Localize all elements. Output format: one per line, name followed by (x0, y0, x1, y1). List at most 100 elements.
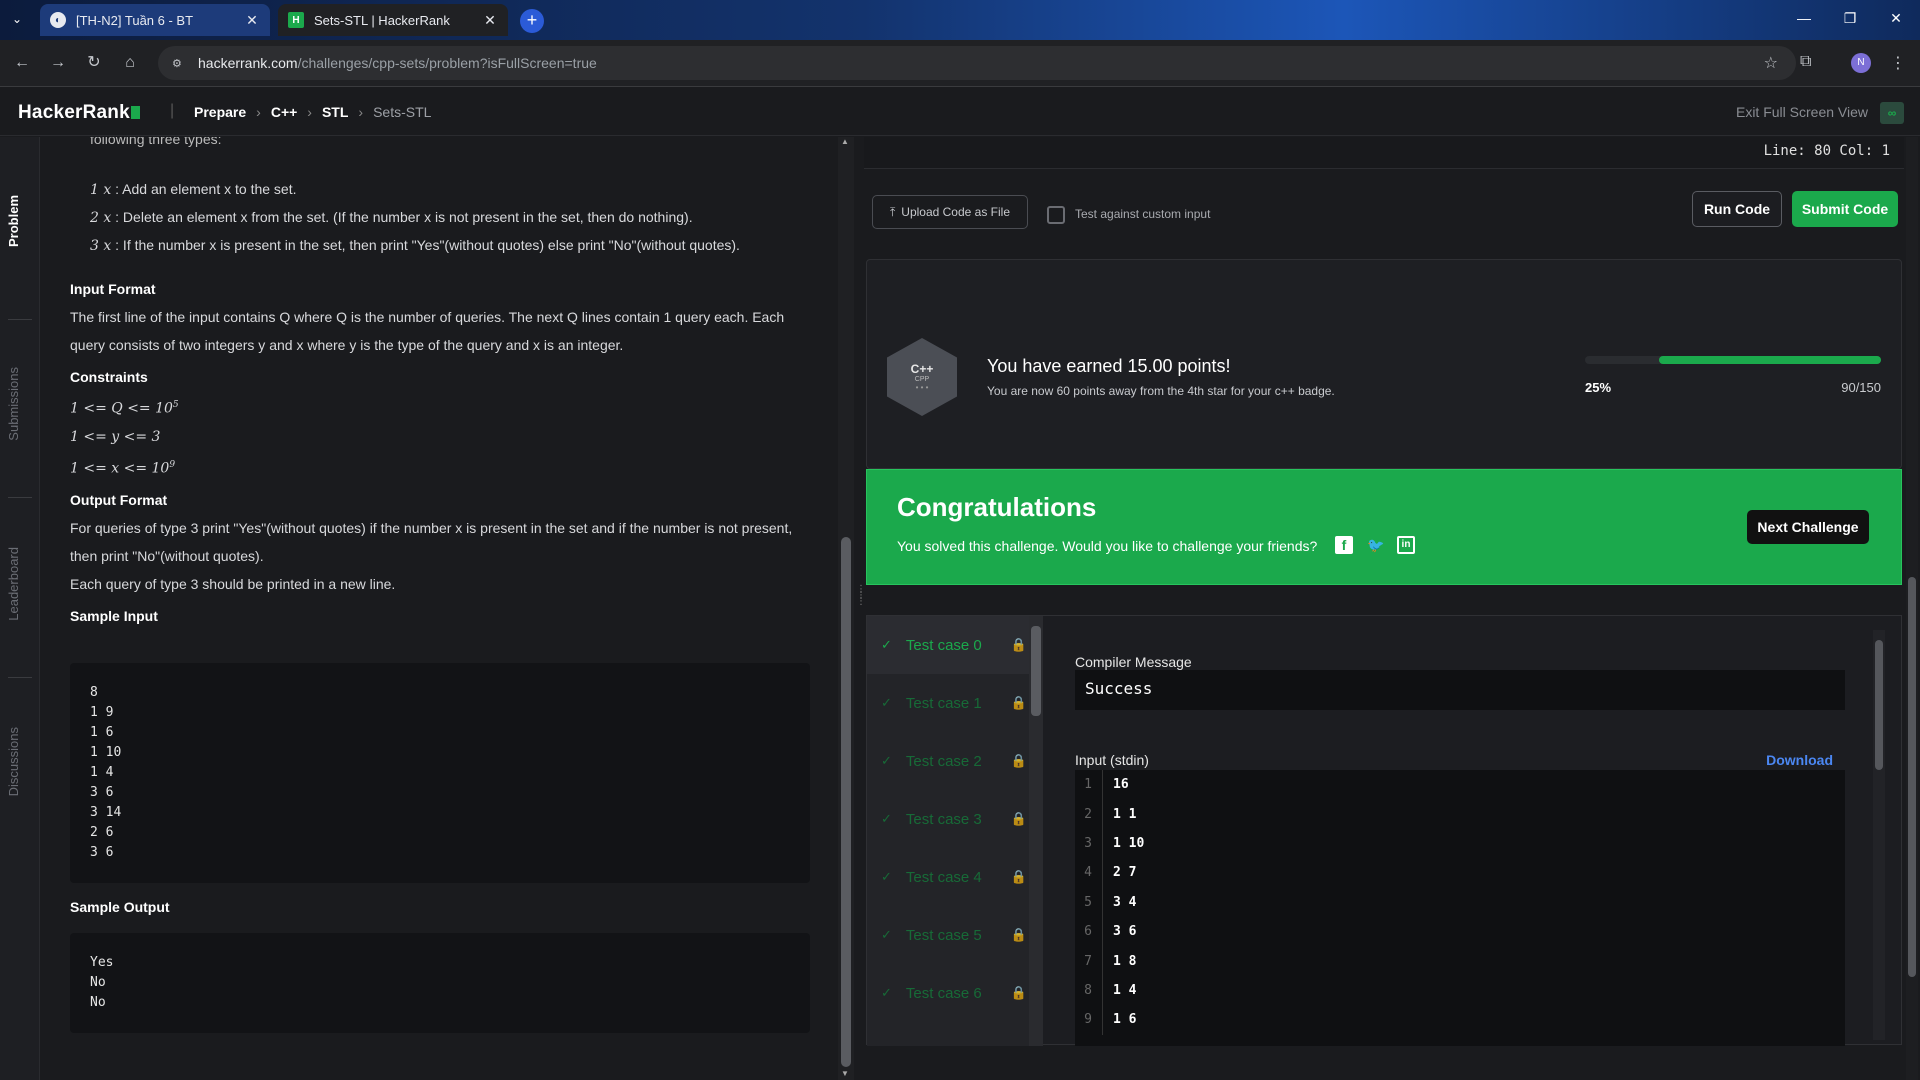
lock-icon: 🔒 (1010, 927, 1027, 942)
testcase-tab-4[interactable]: ✓ Test case 4 🔒 (867, 848, 1043, 906)
profile-avatar[interactable]: N (1851, 53, 1871, 73)
facebook-icon[interactable]: f (1335, 536, 1353, 554)
detail-scrollbar[interactable] (1873, 630, 1885, 1040)
input-format-text-1: The first line of the input contains Q w… (70, 309, 785, 325)
testcase-tab-3[interactable]: ✓ Test case 3 🔒 (867, 790, 1043, 848)
testcase-tab-2[interactable]: ✓ Test case 2 🔒 (867, 732, 1043, 790)
sample-input-block: 8 1 9 1 6 1 10 1 4 3 6 3 14 2 6 3 6 (70, 663, 810, 883)
browser-tab-strip: ⌄ ◐ [TH-N2] Tuần 6 - BT ✕ H Sets-STL | H… (0, 0, 1920, 40)
sample-output-heading: Sample Output (70, 899, 170, 915)
points-earned-subtitle: You are now 60 points away from the 4th … (987, 384, 1335, 398)
testcase-list: ✓ Test case 0 🔒 ✓ Test case 1 🔒 ✓ Test case 2… (867, 616, 1043, 1046)
problem-scrollbar[interactable]: ▲ ▼ (838, 137, 854, 1080)
page-scrollbar[interactable] (1906, 137, 1918, 1080)
stdin-line: 71 8 (1075, 946, 1845, 976)
check-circle-icon: ✓ (881, 869, 892, 884)
url-path: /challenges/cpp-sets/problem?isFullScree… (297, 55, 597, 71)
bookmark-star-icon[interactable]: ☆ (1764, 53, 1778, 73)
next-challenge-button[interactable]: Next Challenge (1747, 510, 1869, 544)
close-tab-icon[interactable]: ✕ (244, 12, 260, 29)
constraints-heading: Constraints (70, 369, 148, 385)
breadcrumb-stl[interactable]: STL (322, 104, 348, 120)
download-link[interactable]: Download (1766, 752, 1833, 768)
browser-tab-th-n2[interactable]: ◐ [TH-N2] Tuần 6 - BT ✕ (40, 4, 270, 36)
output-format-text-3: Each query of type 3 should be printed i… (70, 576, 396, 593)
breadcrumb-cpp[interactable]: C++ (271, 104, 297, 120)
menu-icon[interactable]: ⋮ (1890, 53, 1906, 73)
problem-statement: following three types: 1 x : Add an elem… (40, 137, 838, 1080)
browser-tab-sets-stl[interactable]: H Sets-STL | HackerRank ✕ (278, 4, 508, 36)
breadcrumb-current: Sets-STL (373, 104, 432, 120)
editor-status: Line: 80 Col: 1 (864, 137, 1904, 169)
constraint-2: 1 <= y <= 3 (70, 428, 161, 445)
query-type-2: 2 x : Delete an element x from the set. … (90, 209, 693, 226)
progress-points: 90/150 (1841, 380, 1881, 395)
forward-icon[interactable]: → (48, 53, 68, 73)
test-results: ✓ Test case 0 🔒 ✓ Test case 1 🔒 ✓ Test case 2… (866, 615, 1902, 1046)
stdin-line: 42 7 (1075, 858, 1845, 888)
close-tab-icon[interactable]: ✕ (482, 12, 498, 29)
testcase-scrollbar[interactable] (1029, 616, 1043, 1046)
hackerrank-logo[interactable]: HackerRank (18, 102, 140, 124)
chevron-right-icon: › (307, 104, 312, 120)
stdin-line: 1 16 (1075, 770, 1845, 800)
points-panel: C++ CPP • • • You have earned 15.00 poin… (866, 259, 1902, 469)
stdin-line: 53 4 (1075, 887, 1845, 917)
extensions-icon[interactable]: ⧉ (1800, 53, 1811, 71)
linkedin-icon[interactable]: in (1397, 536, 1415, 554)
check-circle-icon: ✓ (881, 927, 892, 942)
run-code-button[interactable]: Run Code (1692, 191, 1782, 227)
sample-output-block: Yes No No (70, 933, 810, 1033)
upload-code-button[interactable]: ⤒ Upload Code as File (872, 195, 1028, 229)
testcase-tab-5[interactable]: ✓ Test case 5 🔒 (867, 906, 1043, 964)
hackerrank-favicon: H (288, 12, 304, 28)
cut-off-text: following three types: (90, 137, 222, 147)
output-format-heading: Output Format (70, 492, 168, 509)
tab-title: Sets-STL | HackerRank (314, 12, 450, 28)
testcase-tab-0[interactable]: ✓ Test case 0 🔒 (867, 616, 1043, 674)
rail-tab-discussions[interactable]: Discussions (6, 727, 34, 796)
rail-tab-problem[interactable]: Problem (6, 195, 34, 247)
back-icon[interactable]: ← (12, 53, 32, 73)
reload-icon[interactable]: ↻ (84, 53, 104, 73)
custom-input-checkbox[interactable] (1047, 206, 1065, 224)
globe-icon: ◐ (50, 12, 66, 28)
lock-icon: 🔒 (1010, 637, 1027, 652)
editor-pane: Line: 80 Col: 1 ⤒ Upload Code as File Te… (864, 137, 1904, 1080)
exit-fullscreen-link[interactable]: Exit Full Screen View (1736, 104, 1868, 120)
address-bar[interactable]: ⚙ hackerrank.com/challenges/cpp-sets/pro… (158, 46, 1796, 80)
restore-icon[interactable]: ❐ (1840, 10, 1860, 27)
tab-search-icon[interactable]: ⌄ (12, 12, 22, 26)
tab-title: [TH-N2] Tuần 6 - BT (76, 12, 194, 28)
stdin-box: 1 16 21 1 31 10 42 7 53 4 63 6 71 8 81 4 … (1075, 770, 1845, 1046)
submit-code-button[interactable]: Submit Code (1792, 191, 1898, 227)
breadcrumb-prepare[interactable]: Prepare (194, 104, 246, 120)
custom-input-label[interactable]: Test against custom input (1075, 207, 1210, 221)
lock-icon: 🔒 (1010, 985, 1027, 1000)
close-window-icon[interactable]: ✕ (1886, 10, 1906, 27)
congratulations-message: You solved this challenge. Would you lik… (897, 538, 1318, 554)
check-circle-icon: ✓ (881, 753, 892, 768)
query-type-3: 3 x : If the number x is present in the … (90, 237, 740, 254)
new-tab-button[interactable]: + (520, 9, 544, 33)
testcase-tab-6[interactable]: ✓ Test case 6 🔒 (867, 964, 1043, 1022)
url-host: hackerrank.com (198, 55, 298, 71)
check-circle-icon: ✓ (881, 811, 892, 826)
sample-input-heading: Sample Input (70, 608, 158, 625)
stdin-line: 81 4 (1075, 975, 1845, 1006)
hackerrank-icon[interactable]: ∞ (1880, 102, 1904, 124)
home-icon[interactable]: ⌂ (120, 53, 140, 73)
testcase-tab-1[interactable]: ✓ Test case 1 🔒 (867, 674, 1043, 732)
rail-tab-leaderboard[interactable]: Leaderboard (6, 547, 34, 621)
query-type-1: 1 x : Add an element x to the set. (90, 181, 297, 198)
twitter-icon[interactable]: 🐦 (1367, 536, 1385, 554)
badge-progress-bar (1585, 356, 1881, 364)
lock-icon: 🔒 (1010, 869, 1027, 884)
pane-resize-handle[interactable]: ⋮ ⋮ ⋮ (854, 137, 866, 1080)
rail-tab-submissions[interactable]: Submissions (6, 367, 34, 441)
minimize-icon[interactable]: — (1794, 10, 1814, 26)
output-format-text-2: then print "No"(without quotes). (70, 548, 264, 565)
stdin-line: 21 1 (1075, 799, 1845, 829)
constraint-1: 1 <= Q <= 105 (70, 400, 179, 417)
site-info-icon[interactable]: ⚙ (172, 57, 186, 70)
